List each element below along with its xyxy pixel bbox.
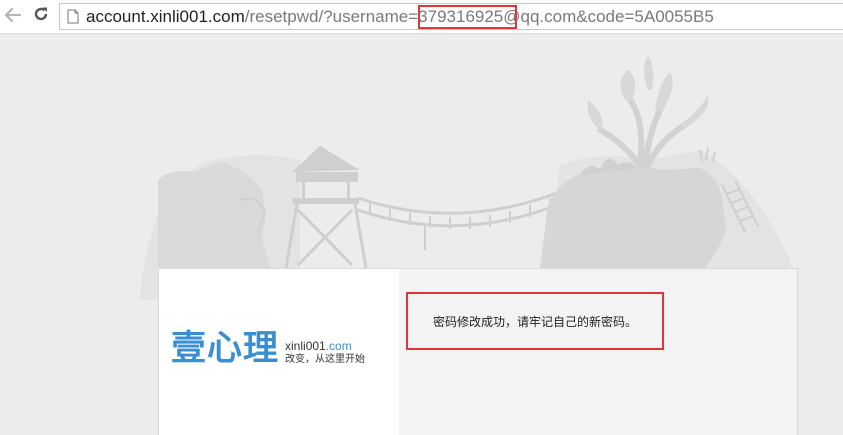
logo-domain-tld: .com xyxy=(325,339,352,353)
logo-side: xinli001.com 改变，从这里开始 xyxy=(285,339,365,366)
logo-slogan: 改变，从这里开始 xyxy=(285,354,366,365)
url-path: /resetpwd/?username=379316925@qq.com&cod… xyxy=(244,6,714,26)
success-message-box: 密码修改成功，请牢记自己的新密码。 xyxy=(406,292,664,350)
arrow-left-icon xyxy=(4,7,22,26)
address-bar[interactable]: account.xinli001.com/resetpwd/?username=… xyxy=(59,3,843,30)
url-text: account.xinli001.com/resetpwd/?username=… xyxy=(86,7,714,27)
reload-button[interactable] xyxy=(30,5,52,27)
logo-main-text: 壹心理 xyxy=(171,329,280,369)
success-message: 密码修改成功，请牢记自己的新密码。 xyxy=(432,314,637,329)
browser-toolbar: account.xinli001.com/resetpwd/?username=… xyxy=(0,0,843,34)
document-icon xyxy=(66,8,80,26)
url-host: account.xinli001.com xyxy=(86,6,245,26)
logo-domain: xinli001.com xyxy=(285,339,365,353)
back-button[interactable] xyxy=(2,5,24,27)
site-logo[interactable]: 壹心理 xinli001.com 改变，从这里开始 xyxy=(171,327,365,369)
logo-domain-name: xinli001 xyxy=(285,339,326,353)
reload-icon xyxy=(33,6,49,26)
